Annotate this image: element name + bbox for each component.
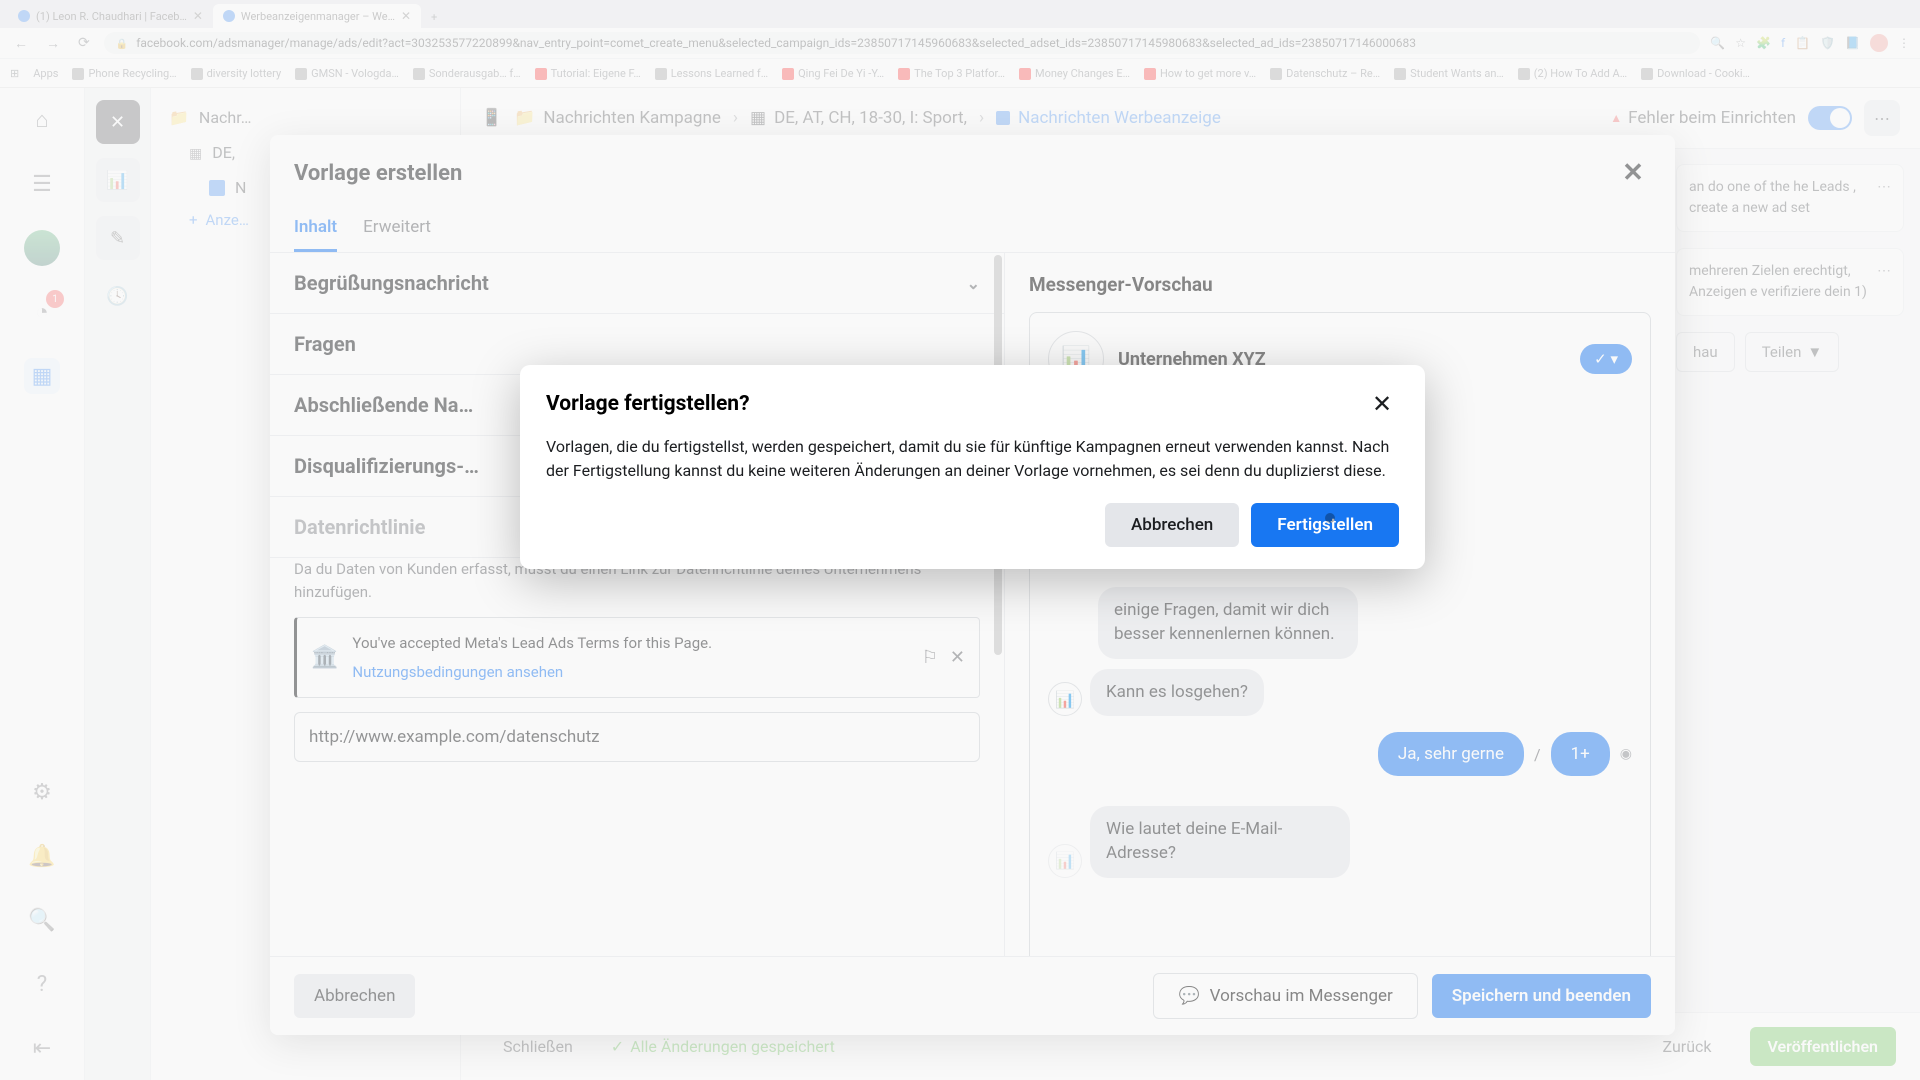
close-icon[interactable]: ✕ <box>1365 387 1399 421</box>
confirm-button[interactable]: Fertigstellen <box>1251 503 1399 547</box>
confirm-body: Vorlagen, die du fertigstellst, werden g… <box>546 435 1399 483</box>
confirm-title: Vorlage fertigstellen? <box>546 392 750 416</box>
cancel-button[interactable]: Abbrechen <box>1105 503 1239 547</box>
confirm-modal: Vorlage fertigstellen? ✕ Vorlagen, die d… <box>520 365 1425 569</box>
